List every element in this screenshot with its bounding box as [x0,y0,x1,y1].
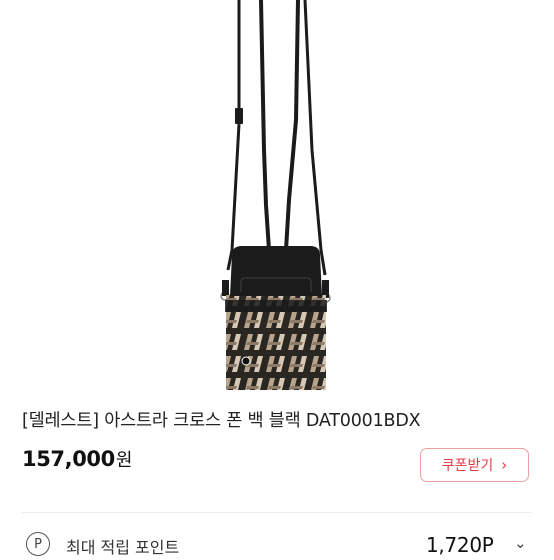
bag-flap [230,246,322,296]
strap-left [259,0,271,251]
coupon-button[interactable]: 쿠폰받기 › [420,448,529,482]
strap-outer-right [303,0,327,276]
price-unit: 원 [115,450,133,471]
bag-illustration [220,0,331,390]
points-value: 1,720P [426,533,494,557]
points-icon: P [26,532,50,556]
product-info: [델레스트] 아스트라 크로스 폰 백 블랙 DAT0001BDX 157,00… [0,390,554,557]
chevron-down-icon[interactable]: ⌄ [514,534,527,552]
tab-left [222,280,229,296]
price-amount: 157,000 [22,447,115,471]
product-title: [델레스트] 아스트라 크로스 폰 백 블랙 DAT0001BDX [22,411,421,431]
bag-stud [241,356,251,366]
divider [22,512,532,513]
chevron-right-icon: › [501,456,508,474]
coupon-button-label: 쿠폰받기 [441,458,494,474]
price: 157,000 원 [22,446,132,472]
points-row[interactable]: P 최대 적립 포인트 1,720P ⌄ [26,530,536,560]
points-label: 최대 적립 포인트 [66,538,180,557]
strap-buckle [235,108,243,124]
strap-right [284,0,300,251]
product-image[interactable] [0,0,554,390]
